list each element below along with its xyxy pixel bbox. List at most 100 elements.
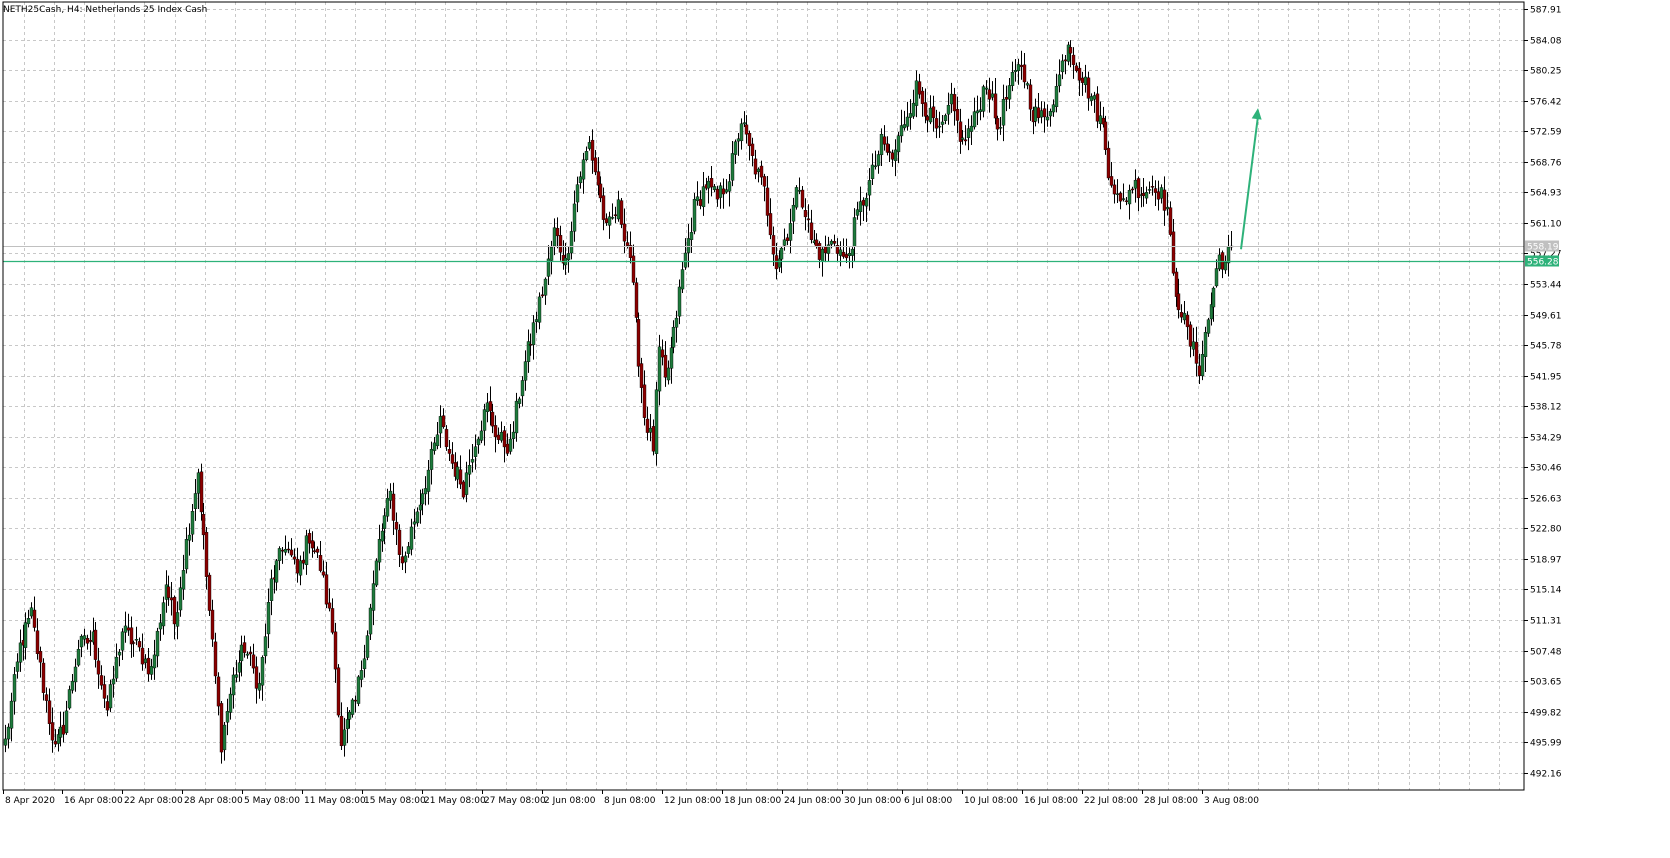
candle-body (850, 248, 855, 256)
candle-body (41, 662, 46, 693)
candle-body (920, 90, 925, 104)
candle-body (394, 521, 399, 530)
candle-body (67, 689, 72, 709)
candle-body (251, 654, 256, 669)
x-tick-label: 11 May 08:00 (304, 796, 366, 806)
candle-body (382, 515, 387, 530)
candle-body (318, 555, 323, 571)
candle-body (280, 549, 285, 552)
candle-body (733, 141, 738, 155)
candle-body (426, 469, 431, 492)
candle-body (680, 269, 685, 290)
candle-body (631, 255, 636, 283)
price-chart[interactable]: 587.91 584.08 580.25 576.42 572.59 568.76 564.… (0, 0, 1670, 858)
y-tick-label: 511.31 (1530, 617, 1562, 627)
candle-body (1112, 184, 1117, 195)
candle-body (79, 635, 84, 648)
candle-body (263, 636, 268, 657)
candle-body (706, 180, 711, 189)
candle-body (400, 556, 405, 564)
candle-body (3, 738, 8, 746)
candle-body (450, 454, 455, 464)
candle-body (759, 165, 764, 178)
candle-body (511, 431, 516, 439)
candle-body (38, 651, 43, 663)
y-tick-label: 534.29 (1530, 434, 1562, 444)
candle-body (377, 538, 382, 563)
candle-body (76, 648, 81, 666)
candle-body (625, 242, 630, 246)
y-tick-label: 553.44 (1530, 281, 1562, 291)
candle-body (260, 657, 265, 686)
candle-body (566, 253, 571, 261)
x-tick-label: 28 Jul 08:00 (1144, 796, 1198, 806)
candle-body (1028, 84, 1033, 110)
candle-body (686, 238, 691, 253)
candle-body (345, 719, 350, 730)
candle-body (558, 235, 563, 253)
candle-body (870, 164, 875, 179)
candle-body (1130, 188, 1135, 191)
candle-body (464, 472, 469, 495)
y-tick-label: 541.95 (1530, 373, 1562, 383)
candle-body (315, 548, 320, 553)
candle-body (458, 469, 463, 485)
candle-body (420, 493, 425, 505)
candle-body (324, 574, 329, 605)
candle-body (972, 111, 977, 128)
candle-body (277, 548, 282, 561)
candle-body (622, 223, 627, 242)
candle-body (540, 294, 545, 297)
candle-body (470, 459, 475, 463)
candle-body (490, 411, 495, 427)
candle-body (496, 434, 501, 440)
candle-body (616, 199, 621, 220)
y-tick-label: 522.80 (1530, 525, 1562, 535)
candle-body (129, 627, 134, 645)
candle-body (228, 693, 233, 713)
candle-body (774, 255, 779, 270)
candle-body (990, 93, 995, 98)
y-tick-label: 492.16 (1530, 770, 1562, 780)
candle-body (482, 409, 487, 431)
candle-body (339, 715, 344, 747)
candle-body (666, 367, 671, 381)
candle-body (429, 449, 434, 470)
candle-body (520, 380, 525, 397)
candle-body (771, 235, 776, 255)
candle-body (718, 185, 723, 198)
candle-body (765, 187, 770, 216)
candle-body (908, 113, 913, 118)
candle-body (1159, 187, 1164, 199)
candle-body (184, 539, 189, 570)
candle-body (333, 631, 338, 670)
candle-body (803, 210, 808, 218)
candle-body (797, 190, 802, 192)
candle-body (1174, 271, 1179, 297)
candle-body (155, 630, 160, 657)
candle-body (949, 93, 954, 105)
candle-body (695, 196, 700, 201)
candle-body (928, 107, 933, 123)
candle-body (963, 139, 968, 142)
candle-body (1179, 312, 1184, 318)
candle-body (1039, 110, 1044, 118)
candle-body (610, 217, 615, 219)
candle-body (531, 322, 536, 346)
candle-body (356, 676, 361, 704)
bid-price-label: 558.19 (1527, 243, 1559, 253)
x-tick-label: 10 Jul 08:00 (964, 796, 1018, 806)
candle-body (286, 548, 291, 551)
candle-body (499, 432, 504, 441)
candle-body (350, 699, 355, 715)
candle-body (581, 159, 586, 180)
candle-body (829, 240, 834, 245)
candle-body (391, 493, 396, 521)
candle-body (660, 349, 665, 358)
candle-body (406, 546, 411, 554)
candle-body (747, 133, 752, 147)
candle-body (455, 466, 460, 480)
candle-body (172, 597, 177, 625)
candle-body (1098, 115, 1103, 124)
candle-body (1033, 106, 1038, 122)
